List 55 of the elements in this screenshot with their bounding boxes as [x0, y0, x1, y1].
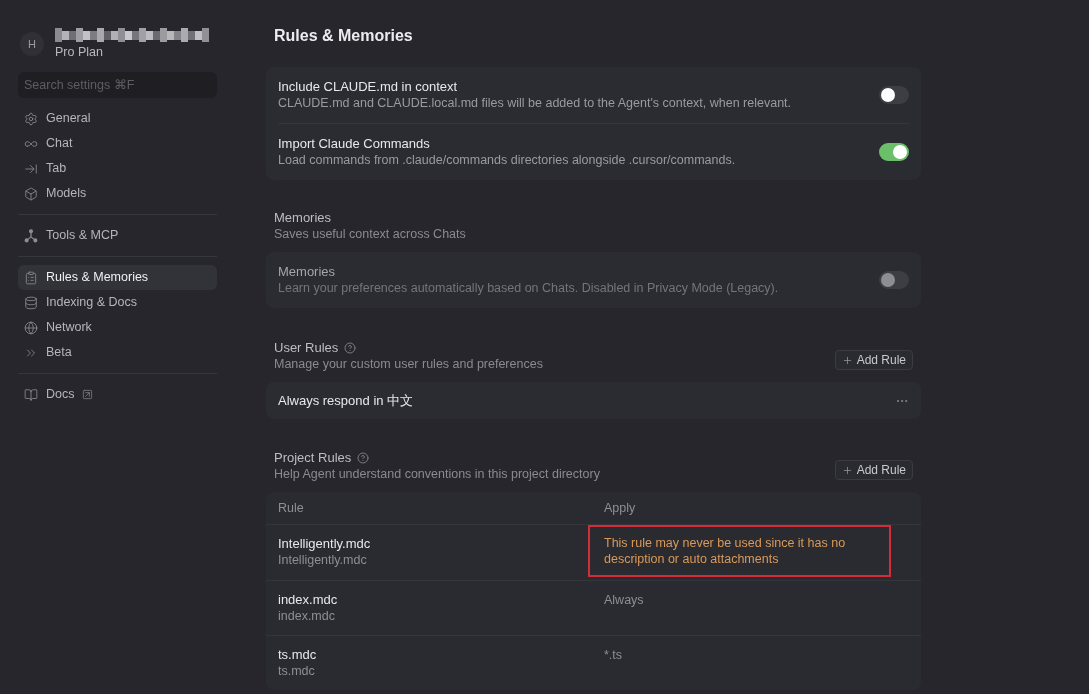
setting-title: Import Claude Commands — [278, 135, 431, 152]
add-rule-button[interactable]: Add Rule — [834, 350, 913, 370]
globe-icon — [24, 320, 38, 335]
nav-item[interactable]: Indexing & Docs — [18, 290, 217, 315]
setting-description: Load commands from .claude/commands directories alongside .cursor/commands. — [278, 152, 736, 169]
setting-title: Memories — [278, 263, 337, 280]
toggle-switch[interactable] — [879, 86, 909, 104]
apply-text: *.ts — [604, 647, 624, 663]
search-field[interactable]: Search settings ⌘F — [18, 72, 217, 98]
nav-item[interactable]: Models — [18, 181, 217, 206]
section-title: Project Rules — [274, 449, 352, 466]
section-subtitle: Saves useful context across Chats — [274, 226, 466, 243]
plus-icon — [841, 464, 853, 476]
help-icon[interactable] — [344, 341, 357, 354]
rule-file: index.mdc — [278, 608, 336, 625]
book-icon — [24, 387, 38, 402]
rule-file: Intelligently.mdc — [278, 552, 368, 569]
nav-item[interactable]: General — [18, 106, 217, 131]
avatar: H — [20, 32, 44, 56]
column-header: Rule — [277, 499, 305, 517]
section-subtitle: Manage your custom user rules and preferences — [274, 356, 543, 373]
section-subtitle: Help Agent understand conventions in this project directory — [274, 466, 600, 483]
rule-text: Always respond in 中文 — [278, 391, 414, 410]
plus-icon — [841, 354, 853, 366]
rule-name: ts.mdc — [278, 646, 318, 663]
toggle-switch[interactable] — [879, 143, 909, 161]
nav-item[interactable]: Tools & MCP — [18, 223, 217, 248]
page-title: Rules & Memories — [273, 26, 414, 46]
section-title: Memories — [274, 209, 332, 226]
external-link-icon — [82, 389, 94, 400]
rule-name: index.mdc — [278, 591, 339, 608]
gear-icon — [24, 111, 38, 126]
nav-item[interactable]: Rules & Memories — [18, 265, 217, 290]
nav-item[interactable]: Chat — [18, 131, 217, 156]
column-header: Apply — [603, 499, 637, 517]
nav-item[interactable]: Beta — [18, 340, 217, 365]
add-rule-button[interactable]: Add Rule — [834, 460, 913, 480]
nav-item[interactable]: Docs — [18, 382, 217, 407]
nav-item[interactable]: Network — [18, 315, 217, 340]
section-title: User Rules — [274, 339, 339, 356]
nav-item[interactable]: Tab — [18, 156, 217, 181]
setting-title: Include CLAUDE.md in context — [278, 78, 459, 95]
clipboard-icon — [24, 270, 38, 285]
rule-file: ts.mdc — [278, 663, 316, 680]
setting-description: Learn your preferences automatically based on Chats. Disabled in Privacy Mode (Legacy). — [278, 280, 779, 297]
connected-nodes-icon — [24, 228, 38, 243]
plan-label: Pro Plan — [55, 45, 104, 60]
cube-icon — [24, 186, 38, 201]
apply-text: Always — [604, 592, 645, 608]
database-icon — [24, 295, 38, 310]
apply-text: This rule may never be used since it has no description or auto attachments — [604, 535, 847, 567]
arrow-to-line-icon — [24, 161, 38, 176]
setting-description: CLAUDE.md and CLAUDE.local.md files will be added to the Agent's context, when relevant. — [278, 95, 792, 112]
rule-name: Intelligently.mdc — [278, 535, 372, 552]
help-icon[interactable] — [357, 451, 370, 464]
